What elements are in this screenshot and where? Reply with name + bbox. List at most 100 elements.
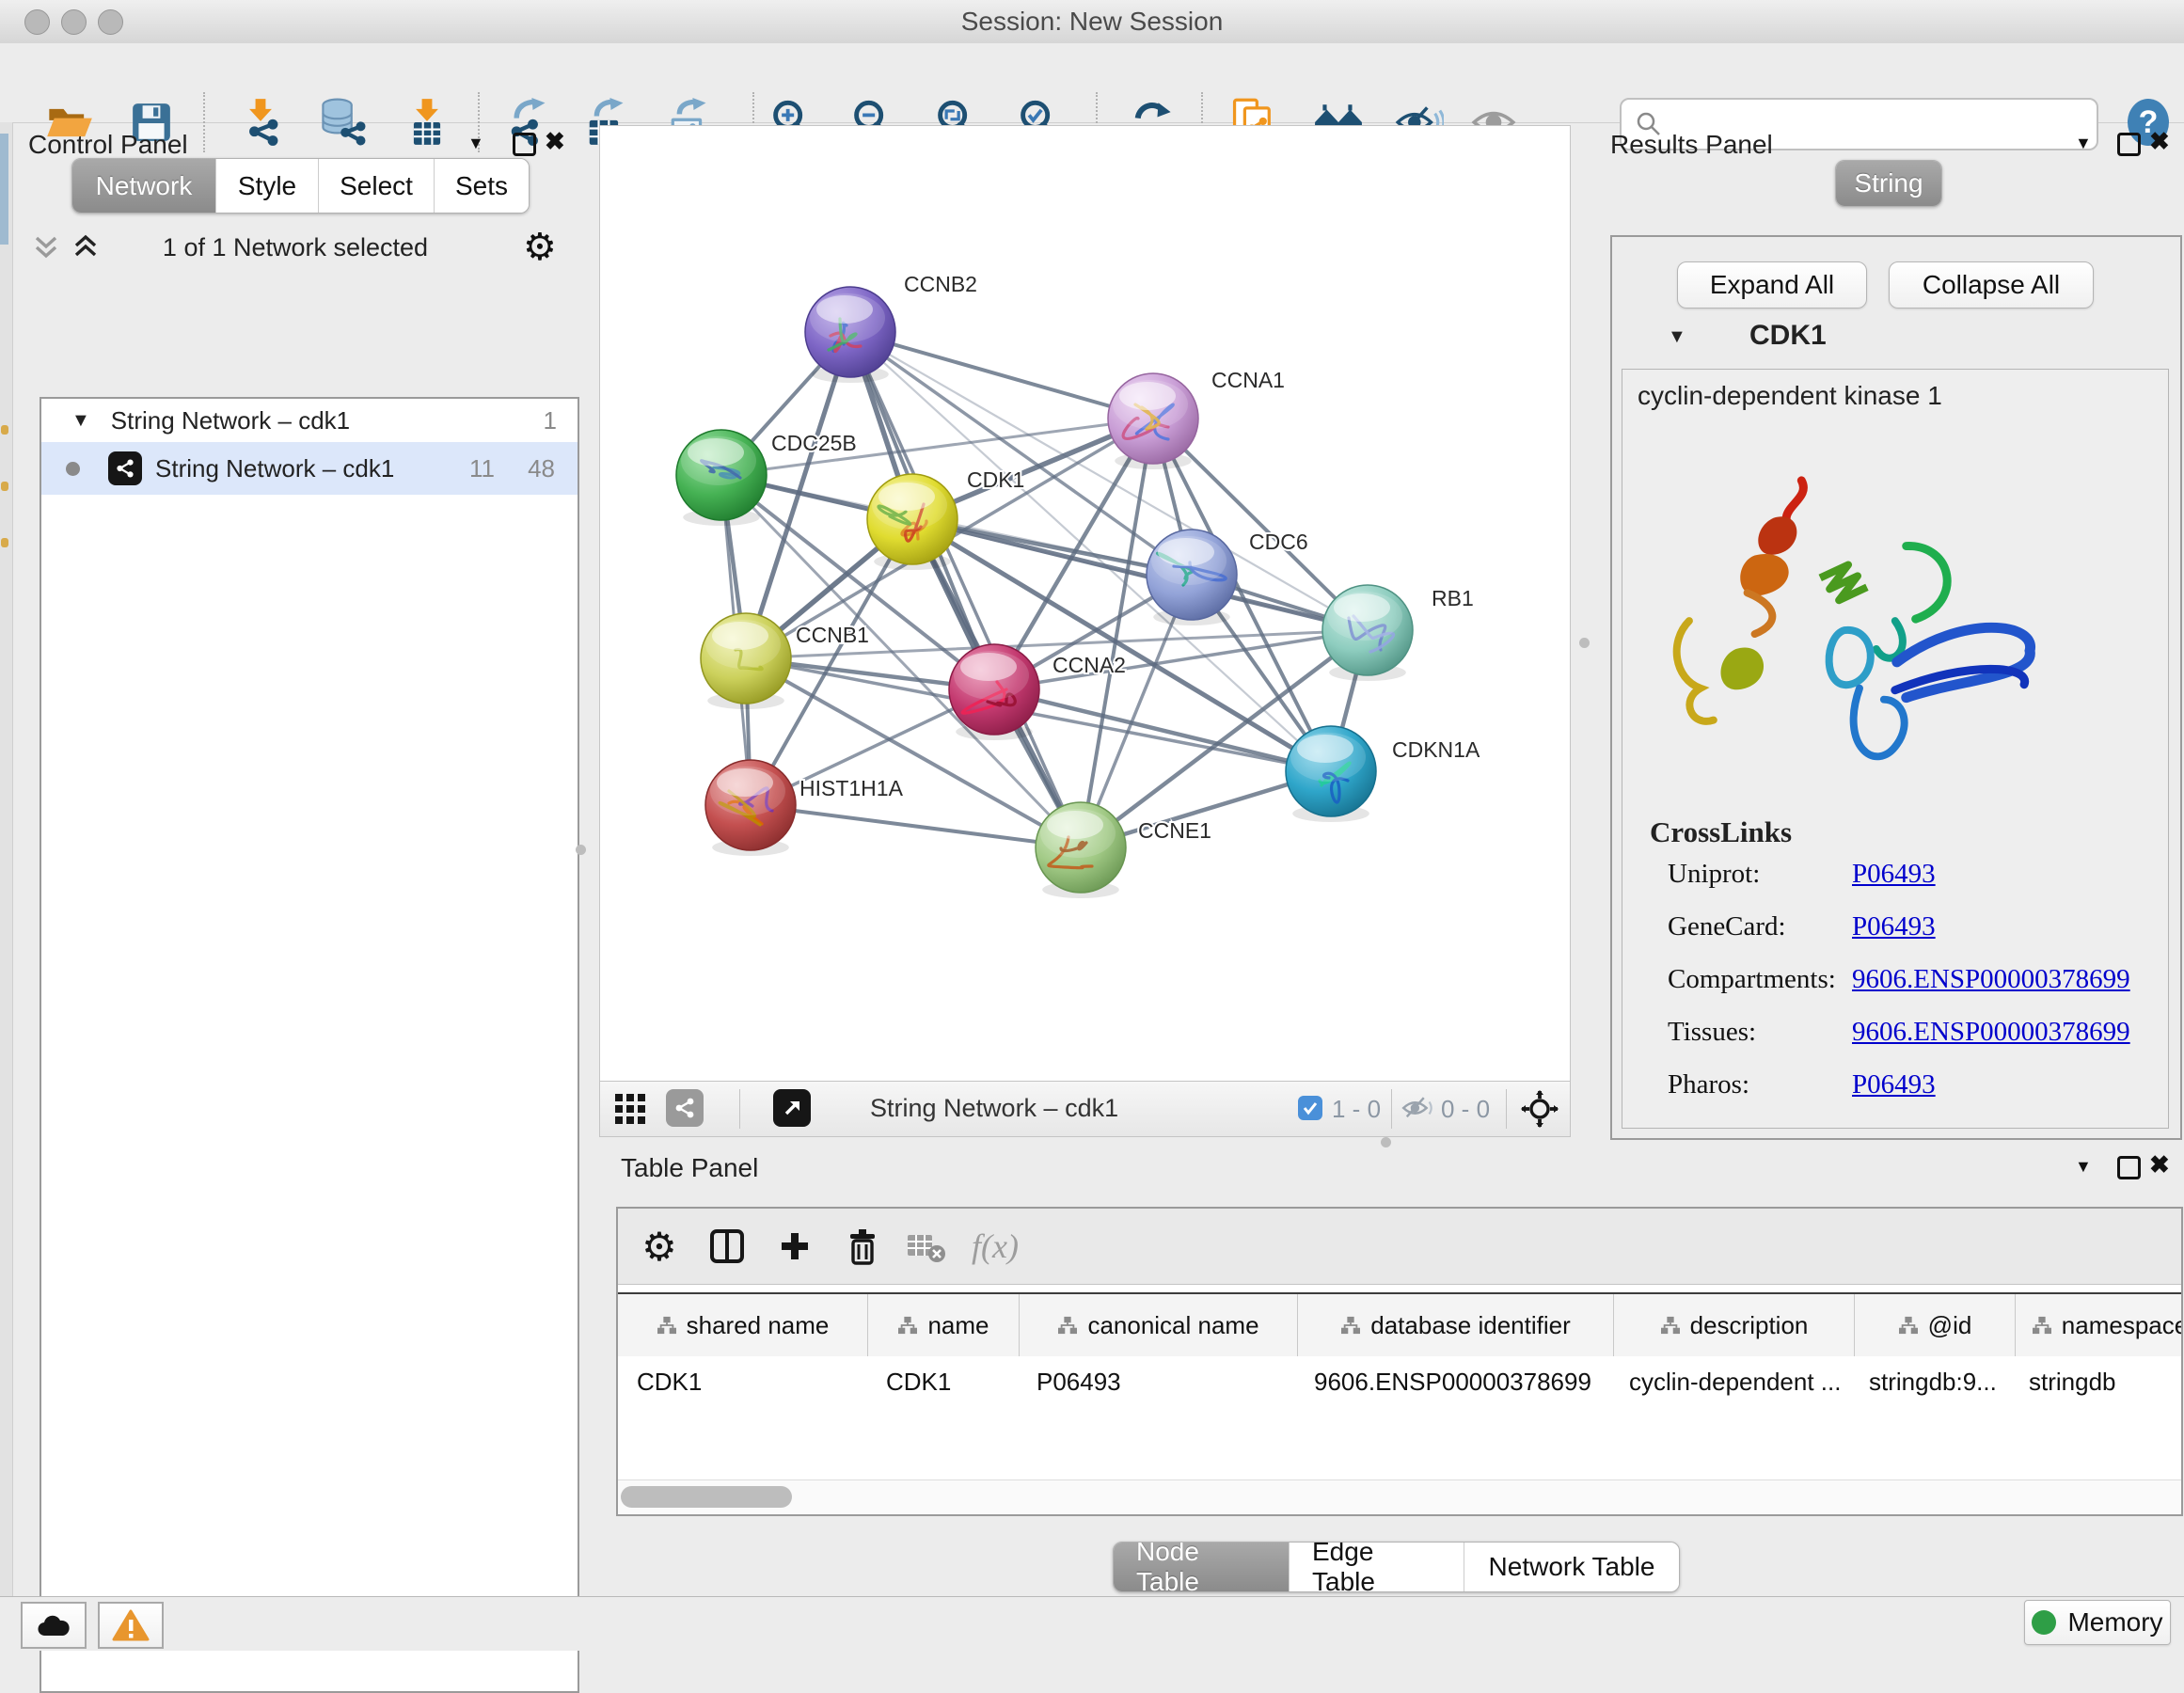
panel-menu-icon[interactable]: ▼: [467, 134, 484, 153]
table-options-gear-icon[interactable]: ⚙: [639, 1226, 680, 1267]
network-list: ▼ String Network – cdk1 1 String Network…: [40, 397, 579, 1693]
delete-table-icon[interactable]: [906, 1226, 947, 1267]
open-in-window-icon[interactable]: [773, 1089, 811, 1127]
network-current-indicator: [66, 462, 80, 476]
expand-all-button[interactable]: Expand All: [1677, 261, 1867, 309]
table-cell[interactable]: stringdb: [2010, 1356, 2183, 1407]
tab-sets[interactable]: Sets: [434, 159, 529, 213]
network-node-cdc25b[interactable]: [676, 430, 767, 526]
table-cell[interactable]: stringdb:9...: [1850, 1356, 2010, 1407]
panel-close-icon[interactable]: ✖: [2149, 1150, 2170, 1179]
network-node-cdkn1a[interactable]: [1286, 726, 1376, 822]
network-node-ccne1[interactable]: [1036, 802, 1126, 898]
tab-node-table[interactable]: Node Table: [1114, 1543, 1289, 1591]
panel-close-icon[interactable]: ✖: [545, 127, 565, 156]
function-builder-icon[interactable]: f(x): [972, 1226, 1019, 1267]
network-row-selected[interactable]: String Network – cdk1 11 48: [41, 442, 578, 495]
memory-button[interactable]: Memory: [2024, 1600, 2171, 1645]
crosslink-link[interactable]: P06493: [1852, 859, 1936, 890]
column-header-canonicalname[interactable]: canonical name: [1020, 1294, 1298, 1356]
table-cell[interactable]: CDK1: [867, 1356, 1018, 1407]
network-node-hist1h1a[interactable]: [705, 760, 796, 856]
table-row[interactable]: CDK1CDK1P064939606.ENSP00000378699cyclin…: [618, 1356, 2183, 1407]
table-horizontal-scrollbar[interactable]: [618, 1479, 2181, 1514]
results-panel-title: Results Panel: [1610, 130, 1773, 160]
network-graph[interactable]: CCNB2CCNA1CDC25BCDK1CDC6RB1CCNB1CCNA2CDK…: [600, 126, 1570, 1081]
network-canvas[interactable]: CCNB2CCNA1CDC25BCDK1CDC6RB1CCNB1CCNA2CDK…: [599, 125, 1571, 1082]
zoom-window-button[interactable]: [98, 9, 123, 35]
collapse-all-button[interactable]: Collapse All: [1889, 261, 2094, 309]
tree-expand-icon[interactable]: ▼: [71, 410, 90, 432]
crosslink-link[interactable]: P06493: [1852, 911, 1936, 942]
panel-float-icon[interactable]: [513, 133, 536, 156]
birds-eye-view-icon[interactable]: [613, 1092, 647, 1131]
scrollbar-thumb[interactable]: [621, 1486, 792, 1508]
column-header-namespace[interactable]: namespace: [2016, 1294, 2183, 1356]
tab-network-table[interactable]: Network Table: [1464, 1543, 1679, 1591]
panel-close-icon[interactable]: ✖: [2149, 127, 2170, 156]
section-collapse-icon[interactable]: ▼: [1668, 326, 1686, 348]
background-window-fragment: [1, 482, 8, 491]
vertical-splitter-handle[interactable]: [1579, 638, 1590, 648]
collapse-all-networks-icon[interactable]: [30, 230, 62, 267]
column-header-id[interactable]: @id: [1855, 1294, 2016, 1356]
table-cell[interactable]: 9606.ENSP00000378699: [1295, 1356, 1610, 1407]
table-cell[interactable]: CDK1: [618, 1356, 867, 1407]
network-view-title: String Network – cdk1: [870, 1094, 1118, 1123]
column-header-databaseidentifier[interactable]: database identifier: [1298, 1294, 1614, 1356]
panel-float-icon[interactable]: [2117, 1156, 2141, 1179]
crosslink-link[interactable]: P06493: [1852, 1069, 1936, 1100]
tab-edge-table[interactable]: Edge Table: [1289, 1543, 1464, 1591]
control-panel: Control Panel ▼ ✖ Network Style Select S…: [13, 122, 585, 1596]
network-collection-label: String Network – cdk1: [111, 406, 350, 435]
network-options-gear-icon[interactable]: ⚙: [523, 226, 557, 269]
node-label-cdkn1a: CDKN1A: [1392, 737, 1480, 762]
tab-network[interactable]: Network: [72, 159, 215, 213]
main-toolbar: ?: [0, 43, 2184, 123]
node-label-cdk1: CDK1: [967, 467, 1024, 492]
column-header-name[interactable]: name: [868, 1294, 1020, 1356]
crosslink-label: Tissues:: [1668, 1017, 1852, 1048]
network-node-rb1[interactable]: [1322, 585, 1413, 681]
network-selection-status: 1 of 1 Network selected: [117, 233, 474, 262]
panel-float-icon[interactable]: [2117, 133, 2141, 156]
minimize-window-button[interactable]: [61, 9, 87, 35]
background-window-edge: [0, 122, 13, 1596]
title-bar: Session: New Session: [0, 0, 2184, 44]
tab-select[interactable]: Select: [318, 159, 434, 213]
panel-menu-icon[interactable]: ▼: [2075, 134, 2092, 153]
selected-checkbox-icon[interactable]: [1298, 1096, 1322, 1120]
fit-selected-crosshair-icon[interactable]: [1520, 1089, 1559, 1133]
table-cell[interactable]: P06493: [1018, 1356, 1295, 1407]
crosslink-link[interactable]: 9606.ENSP00000378699: [1852, 964, 2130, 995]
node-label-ccna1: CCNA1: [1211, 368, 1285, 392]
column-header-description[interactable]: description: [1614, 1294, 1855, 1356]
memory-status-dot: [2032, 1610, 2056, 1635]
tab-string[interactable]: String: [1836, 161, 1941, 206]
crosslinks-list: Uniprot:P06493GeneCard:P06493Compartment…: [1668, 859, 2157, 1122]
string-view-badge-icon[interactable]: [666, 1089, 704, 1127]
crosslink-link[interactable]: 9606.ENSP00000378699: [1852, 1017, 2130, 1048]
delete-column-trash-icon[interactable]: [842, 1226, 883, 1267]
network-node-cdk1[interactable]: [867, 474, 957, 570]
vertical-splitter-handle[interactable]: [576, 845, 586, 855]
tab-style[interactable]: Style: [215, 159, 318, 213]
cloud-button[interactable]: [21, 1602, 87, 1649]
table-cell[interactable]: cyclin-dependent ...: [1610, 1356, 1850, 1407]
close-window-button[interactable]: [24, 9, 50, 35]
panel-menu-icon[interactable]: ▼: [2075, 1157, 2092, 1177]
column-tree-icon: [1057, 1316, 1078, 1335]
network-node-ccna1[interactable]: [1108, 373, 1198, 469]
table-header-row[interactable]: shared namenamecanonical namedatabase id…: [618, 1292, 2183, 1358]
control-panel-title: Control Panel: [28, 130, 188, 160]
column-header-sharedname[interactable]: shared name: [618, 1294, 868, 1356]
expand-all-networks-icon[interactable]: [70, 230, 102, 267]
cloud-icon: [35, 1612, 72, 1638]
create-column-plus-icon[interactable]: [774, 1226, 815, 1267]
gene-name-heading: CDK1: [1749, 320, 1827, 352]
network-node-cdc6[interactable]: [1147, 530, 1237, 625]
warnings-button[interactable]: [98, 1602, 164, 1649]
show-columns-icon[interactable]: [706, 1226, 748, 1267]
network-collection-row[interactable]: ▼ String Network – cdk1 1: [41, 399, 578, 442]
network-node-ccnb1[interactable]: [701, 613, 791, 709]
